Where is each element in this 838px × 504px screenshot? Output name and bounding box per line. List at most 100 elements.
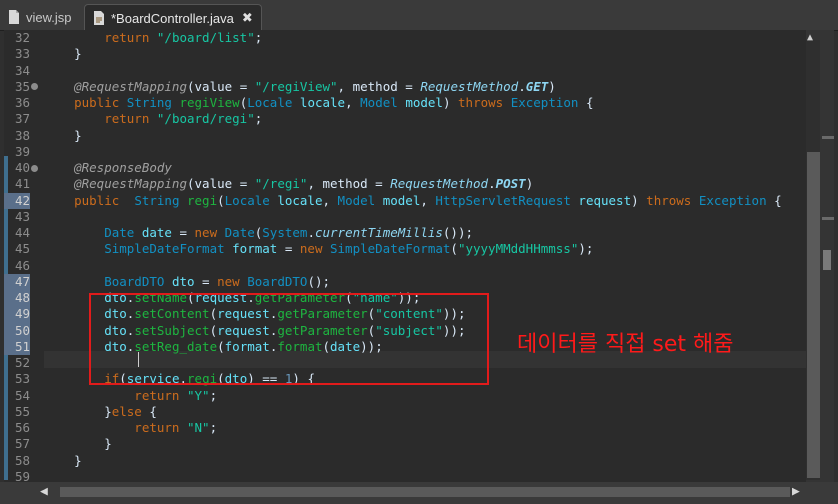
code-token: } [44, 436, 112, 452]
code-token: = [194, 273, 218, 289]
vertical-scroll-thumb[interactable] [807, 152, 820, 478]
code-token: , [337, 78, 353, 94]
code-token: Locale [247, 95, 293, 110]
code-token: @RequestMapping [44, 176, 187, 192]
code-token: ) [548, 78, 556, 94]
code-token: = [397, 78, 421, 94]
code-line: return "N"; [44, 420, 217, 436]
code-token: ( [187, 176, 195, 192]
code-token: RequestMethod [420, 78, 519, 94]
code-line: return "/board/regi"; [44, 111, 262, 127]
code-token: "/board/regi" [156, 111, 255, 127]
scroll-right-arrow-icon[interactable]: ▶ [792, 484, 800, 499]
java-file-icon [94, 11, 104, 25]
code-token: Exception [698, 192, 767, 208]
code-token: public [44, 192, 135, 208]
line-number: 32 [14, 30, 30, 45]
line-number: 56 [14, 420, 30, 435]
code-token: . [307, 225, 315, 240]
code-token: Date [224, 225, 255, 240]
code-token: regi [187, 192, 218, 208]
code-line: } [44, 453, 82, 469]
line-number: 46 [14, 257, 30, 273]
code-line: @ResponseBody [44, 160, 172, 176]
code-line: }else { [44, 404, 157, 420]
code-token: return [44, 30, 157, 45]
code-token: } [44, 452, 82, 468]
line-number: 36 [14, 95, 30, 110]
code-token: ()); [442, 225, 474, 240]
code-line: @RequestMapping(value = "/regiView", met… [44, 79, 556, 95]
line-number-gutter: 32 33 34 35 36 37 38 39 40 41 42 43 44 45 46 47 48 49 50 51… [4, 30, 40, 482]
code-line: return "/board/list"; [44, 30, 262, 46]
code-editor[interactable]: 32 33 34 35 36 37 38 39 40 41 42 43 44 45 46 47 48 49 50 51… [4, 30, 806, 482]
code-token: return [44, 111, 157, 127]
code-token: { [141, 403, 157, 419]
code-token: throws [646, 192, 699, 208]
line-number: 51 [4, 338, 30, 355]
line-number: 53 [14, 371, 30, 387]
code-token: new [299, 241, 330, 257]
code-token: Model [337, 192, 376, 208]
code-token: ( [187, 78, 195, 94]
code-token: model [382, 192, 421, 208]
code-token: GET [525, 78, 549, 94]
horizontal-scroll-thumb[interactable] [60, 487, 790, 497]
code-token: ( [450, 241, 458, 257]
code-token: } [44, 403, 112, 419]
code-token: POST [495, 176, 526, 192]
line-number: 43 [14, 208, 30, 224]
code-token: model [405, 95, 443, 110]
code-token: String [134, 192, 180, 208]
line-number: 50 [4, 322, 30, 339]
code-line: SimpleDateFormat format = new SimpleDate… [44, 241, 593, 257]
code-token: Model [360, 95, 398, 110]
line-number: 52 [14, 355, 30, 370]
code-token: , [307, 176, 323, 192]
close-tab-icon[interactable]: ✖ [242, 10, 253, 26]
overview-ruler-mark [822, 217, 834, 220]
line-number: 37 [14, 111, 30, 127]
line-number: 33 [14, 46, 30, 62]
tab-board-controller-java[interactable]: *BoardController.java ✖ [84, 4, 262, 31]
code-token: locale [277, 192, 323, 208]
line-number: 40 [14, 160, 30, 175]
code-token: = [367, 176, 391, 192]
code-token: { [766, 192, 782, 208]
code-token: Date [44, 225, 135, 240]
code-token: "Y" [187, 387, 210, 403]
scroll-up-arrow-icon[interactable]: ▲ [807, 32, 813, 43]
code-token: ; [254, 111, 263, 127]
line-number: 41 [14, 176, 30, 192]
code-token: Locale [224, 192, 270, 208]
tab-view-jsp[interactable]: view.jsp [0, 4, 76, 30]
code-token: ( [217, 192, 225, 208]
code-token: . [488, 176, 496, 192]
code-token: return [44, 387, 187, 403]
code-line: } [44, 128, 82, 144]
line-number: 55 [14, 403, 30, 419]
line-number: 59 [14, 468, 30, 482]
code-token: SimpleDateFormat [330, 241, 451, 257]
code-token: , [345, 95, 361, 110]
code-token: ); [578, 241, 594, 257]
fold-marker-icon[interactable] [31, 164, 38, 172]
code-area[interactable]: return "/board/list"; } @RequestMapping(… [44, 30, 806, 482]
line-number: 49 [4, 306, 30, 323]
code-line: BoardDTO dto = new BoardDTO(); [44, 274, 330, 290]
code-token: , [420, 192, 436, 208]
jsp-file-icon [9, 10, 19, 24]
code-token: value [194, 176, 233, 192]
line-number: 35 [14, 78, 30, 94]
scroll-left-arrow-icon[interactable]: ◀ [40, 484, 48, 499]
code-line: return "Y"; [44, 388, 217, 404]
code-token: , [322, 192, 338, 208]
code-line: @RequestMapping(value = "/regi", method … [44, 176, 533, 192]
code-token: throws [458, 95, 511, 110]
line-number: 57 [14, 436, 30, 452]
fold-marker-icon[interactable] [31, 83, 38, 91]
code-token: ) [525, 176, 534, 192]
